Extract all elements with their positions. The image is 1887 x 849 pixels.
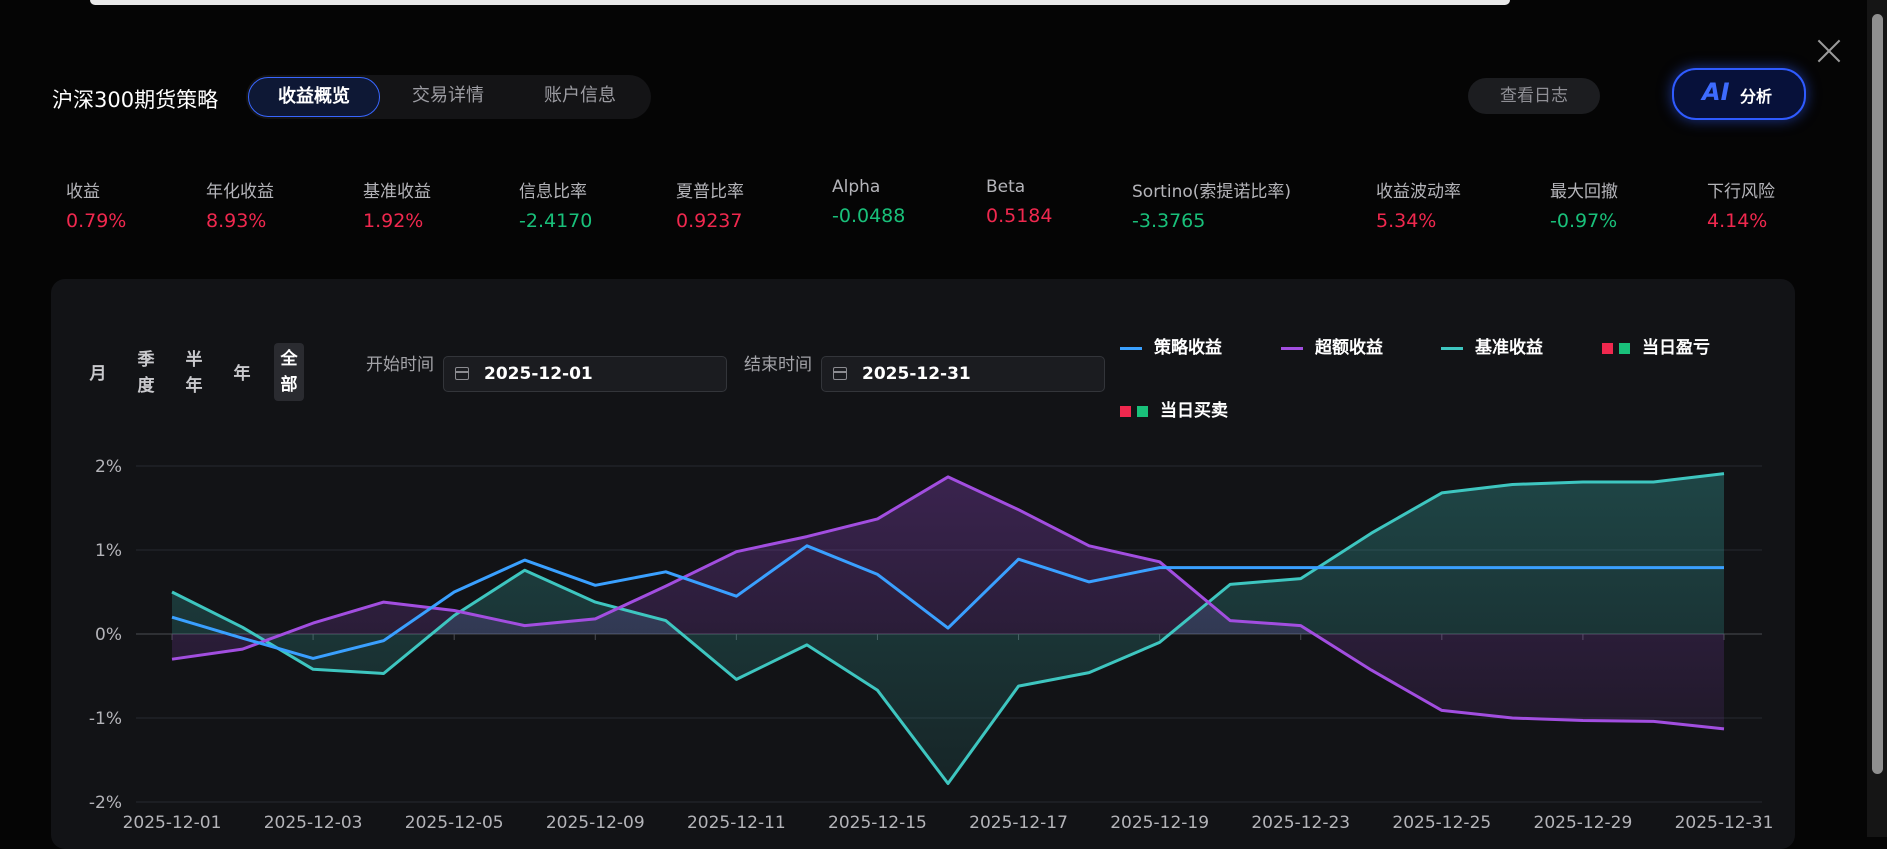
y-tick-label: -2% xyxy=(89,793,122,813)
y-tick-label: -1% xyxy=(89,709,122,729)
x-tick-label: 2025-12-17 xyxy=(969,813,1068,833)
x-tick-label: 2025-12-09 xyxy=(546,813,645,833)
x-tick-label: 2025-12-11 xyxy=(687,813,786,833)
x-tick-label: 2025-12-01 xyxy=(123,813,222,833)
y-tick-label: 1% xyxy=(95,541,122,561)
x-tick-label: 2025-12-25 xyxy=(1392,813,1491,833)
y-tick-label: 0% xyxy=(95,625,122,645)
x-tick-label: 2025-12-19 xyxy=(1110,813,1209,833)
returns-line-chart: 2% 1% 0% -1% -2%2025-12-01 2025-12-03 2025-12-… xyxy=(89,457,1774,833)
y-tick-label: 2% xyxy=(95,457,122,477)
x-tick-label: 2025-12-29 xyxy=(1534,813,1633,833)
x-tick-label: 2025-12-05 xyxy=(405,813,504,833)
x-tick-label: 2025-12-15 xyxy=(828,813,927,833)
x-tick-label: 2025-12-31 xyxy=(1675,813,1774,833)
x-tick-label: 2025-12-03 xyxy=(264,813,363,833)
x-tick-label: 2025-12-23 xyxy=(1251,813,1350,833)
